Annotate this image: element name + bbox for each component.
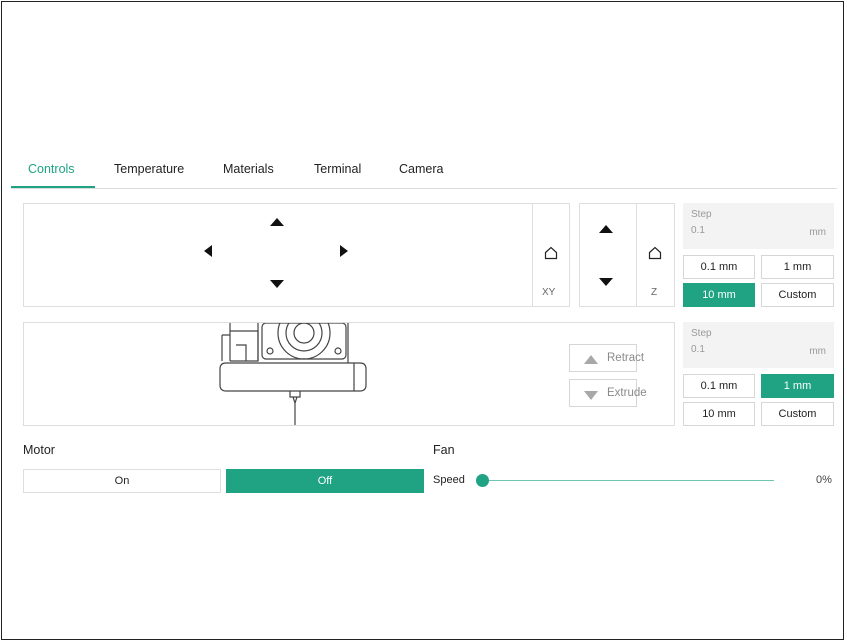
fan-title: Fan <box>433 443 455 457</box>
extrude-step-unit: mm <box>809 346 826 357</box>
fan-speed-value: 0% <box>816 474 832 486</box>
motor-on-button[interactable]: On <box>23 469 221 493</box>
extrude-step-0-1mm-button[interactable]: 0.1 mm <box>683 374 755 398</box>
tab-terminal[interactable]: Terminal <box>314 162 361 176</box>
move-step-0-1mm-button[interactable]: 0.1 mm <box>683 255 755 279</box>
motor-title: Motor <box>23 443 55 457</box>
jog-y-minus-arrow-icon[interactable] <box>270 280 284 288</box>
jog-x-minus-arrow-icon[interactable] <box>204 245 212 257</box>
move-step-custom-button[interactable]: Custom <box>761 283 834 307</box>
jog-z-plus-arrow-icon[interactable] <box>599 225 613 233</box>
fan-speed-label: Speed <box>433 474 465 486</box>
tab-camera[interactable]: Camera <box>399 162 443 176</box>
extrude-step-field[interactable]: Step 0.1 mm <box>683 322 834 368</box>
move-step-unit: mm <box>809 227 826 238</box>
extrude-button[interactable]: Extrude <box>569 379 647 407</box>
home-z-icon[interactable] <box>648 246 662 260</box>
retract-button[interactable]: Retract <box>569 344 644 372</box>
tab-controls[interactable]: Controls <box>28 162 75 176</box>
extrude-step-title: Step <box>691 328 712 339</box>
extrude-label: Extrude <box>607 387 647 399</box>
z-jog-panel: Z <box>579 203 675 307</box>
tab-temperature[interactable]: Temperature <box>114 162 184 176</box>
extrude-step-value: 0.1 <box>691 344 705 355</box>
app-window: Controls Temperature Materials Terminal … <box>1 1 844 640</box>
active-tab-indicator <box>11 186 95 188</box>
retract-arrow-icon <box>584 355 598 364</box>
xy-axis-label: XY <box>542 287 556 298</box>
extrude-step-1mm-button[interactable]: 1 mm <box>761 374 834 398</box>
motor-off-button[interactable]: Off <box>226 469 424 493</box>
jog-x-plus-arrow-icon[interactable] <box>340 245 348 257</box>
move-step-field[interactable]: Step 0.1 mm <box>683 203 834 249</box>
fan-speed-slider-thumb[interactable] <box>476 474 489 487</box>
home-xy-icon[interactable] <box>544 246 558 260</box>
move-step-1mm-button[interactable]: 1 mm <box>761 255 834 279</box>
tab-materials[interactable]: Materials <box>223 162 274 176</box>
print-head-illustration <box>219 323 367 425</box>
move-step-value: 0.1 <box>691 225 705 236</box>
extrude-arrow-icon <box>584 391 598 400</box>
extruder-panel: Retract Extrude <box>23 322 675 426</box>
tab-bar: Controls Temperature Materials Terminal … <box>11 152 837 189</box>
move-step-title: Step <box>691 209 712 220</box>
extrude-step-custom-button[interactable]: Custom <box>761 402 834 426</box>
retract-label: Retract <box>607 352 645 364</box>
fan-speed-slider-track[interactable] <box>482 480 774 481</box>
jog-y-plus-arrow-icon[interactable] <box>270 218 284 226</box>
z-home-divider <box>636 204 637 306</box>
z-axis-label: Z <box>651 287 658 298</box>
extrude-step-10mm-button[interactable]: 10 mm <box>683 402 755 426</box>
move-step-10mm-button[interactable]: 10 mm <box>683 283 755 307</box>
xy-home-divider <box>532 204 533 306</box>
xy-jog-panel: XY <box>23 203 570 307</box>
jog-z-minus-arrow-icon[interactable] <box>599 278 613 286</box>
